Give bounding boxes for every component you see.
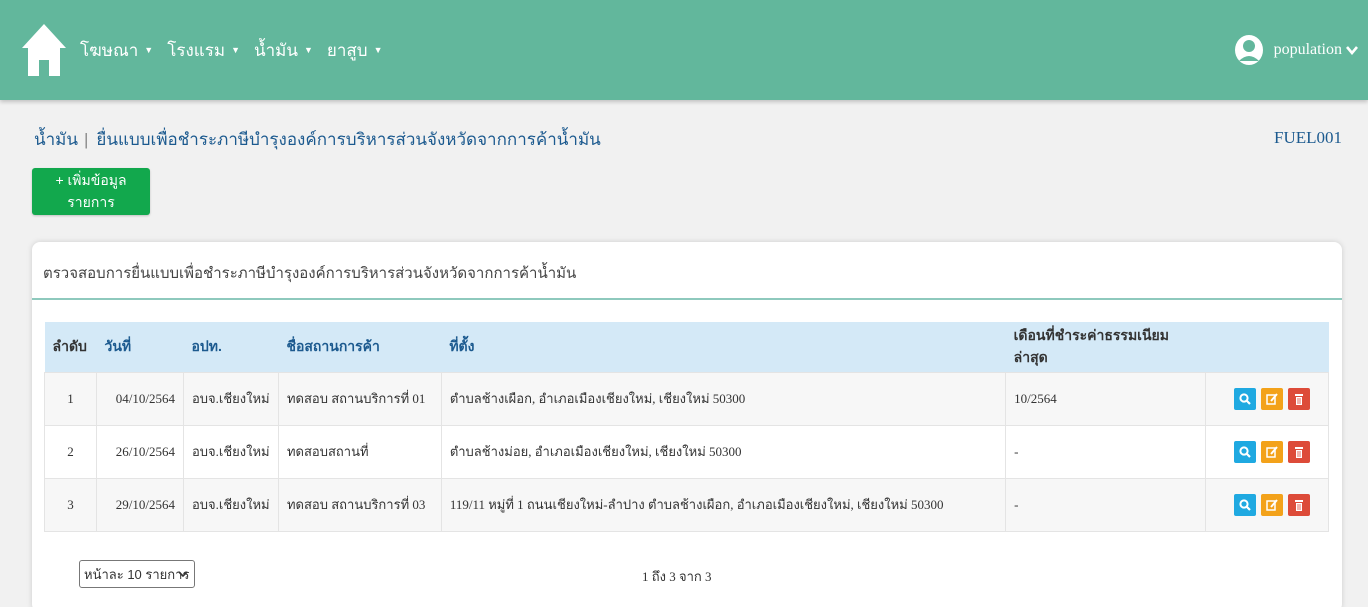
menu-item-label: ยาสูบ bbox=[326, 40, 368, 60]
results-table: ลำดับ วันที่ อปท. ชื่อสถานการค้า ที่ตั้ง… bbox=[44, 322, 1330, 532]
table-header-row: ลำดับ วันที่ อปท. ชื่อสถานการค้า ที่ตั้ง… bbox=[44, 322, 1329, 372]
username: population bbox=[1273, 41, 1342, 58]
cell-seq: 3 bbox=[44, 477, 97, 532]
table-row: 2 26/10/2564 อบจ.เชียงใหม่ ทดสอบสถานที่ … bbox=[44, 424, 1330, 479]
view-button[interactable] bbox=[1234, 387, 1256, 410]
cell-org: อบจ.เชียงใหม่ bbox=[182, 371, 279, 426]
menu-item-label: โฆษณา bbox=[80, 40, 139, 60]
column-header-last-payment: เดือนที่ชำระค่าธรรมเนียมล่าสุด bbox=[1013, 326, 1169, 365]
cell-location: ตำบลช้างเผือก, อำเภอเมืองเชียงใหม่, เชีย… bbox=[440, 371, 1007, 426]
column-header-date[interactable]: วันที่ bbox=[96, 322, 183, 372]
page-size-value: หน้าละ 10 รายการ bbox=[84, 566, 190, 582]
main-menu: โฆษณา ▼ โรงแรม ▼ น้ำมัน ▼ ยาสูบ ▼ bbox=[80, 0, 397, 100]
trash-icon bbox=[1295, 393, 1303, 405]
table-row: 3 29/10/2564 อบจ.เชียงใหม่ ทดสอบ สถานบริ… bbox=[44, 477, 1330, 532]
edit-icon bbox=[1266, 445, 1278, 458]
cell-business-name: ทดสอบ สถานบริการที่ 03 bbox=[277, 477, 442, 532]
cell-business-name: ทดสอบ สถานบริการที่ 01 bbox=[277, 371, 442, 426]
cell-date: 04/10/2564 bbox=[95, 371, 184, 426]
menu-item-hotel[interactable]: โรงแรม ▼ bbox=[167, 37, 240, 64]
cell-last-payment: - bbox=[1005, 477, 1206, 532]
edit-icon bbox=[1266, 392, 1278, 405]
column-header-business-name[interactable]: ชื่อสถานการค้า bbox=[278, 322, 441, 372]
search-icon bbox=[1239, 445, 1251, 458]
breadcrumb: น้ำมัน | ยื่นแบบเพื่อชำระภาษีบำรุงองค์กา… bbox=[34, 126, 601, 153]
cell-actions bbox=[1204, 424, 1330, 479]
menu-item-label: น้ำมัน bbox=[253, 40, 298, 60]
delete-button[interactable] bbox=[1288, 493, 1310, 516]
delete-button[interactable] bbox=[1288, 387, 1310, 410]
caret-down-icon: ▼ bbox=[303, 45, 313, 55]
edit-button[interactable] bbox=[1261, 387, 1283, 410]
search-icon bbox=[1239, 392, 1251, 405]
cell-org: อบจ.เชียงใหม่ bbox=[182, 477, 279, 532]
column-header-location[interactable]: ที่ตั้ง bbox=[441, 322, 1005, 372]
menu-item-label: โรงแรม bbox=[167, 40, 226, 60]
table-row: 1 04/10/2564 อบจ.เชียงใหม่ ทดสอบ สถานบริ… bbox=[44, 371, 1330, 426]
top-navbar: โฆษณา ▼ โรงแรม ▼ น้ำมัน ▼ ยาสูบ ▼ popula… bbox=[0, 0, 1368, 100]
page-code: FUEL001 bbox=[1274, 128, 1342, 147]
edit-icon bbox=[1266, 498, 1278, 511]
caret-down-icon: ▼ bbox=[231, 45, 240, 55]
user-icon bbox=[1234, 35, 1263, 65]
view-button[interactable] bbox=[1234, 440, 1256, 463]
search-icon bbox=[1239, 498, 1251, 511]
add-record-button[interactable]: + เพิ่มข้อมูลรายการ bbox=[32, 168, 150, 215]
results-card: ตรวจสอบการยื่นแบบเพื่อชำระภาษีบำรุงองค์ก… bbox=[32, 242, 1342, 607]
cell-date: 26/10/2564 bbox=[95, 424, 184, 479]
cell-actions bbox=[1204, 477, 1330, 532]
column-header-seq: ลำดับ bbox=[52, 337, 87, 354]
breadcrumb-separator: | bbox=[84, 129, 89, 149]
page-title: ยื่นแบบเพื่อชำระภาษีบำรุงองค์การบริหารส่… bbox=[96, 130, 601, 149]
divider bbox=[32, 298, 1342, 300]
view-button[interactable] bbox=[1234, 493, 1256, 516]
trash-icon bbox=[1295, 446, 1303, 458]
menu-item-advertising[interactable]: โฆษณา ▼ bbox=[80, 37, 153, 64]
user-menu[interactable]: population bbox=[1234, 0, 1358, 100]
breadcrumb-root[interactable]: น้ำมัน bbox=[34, 126, 78, 153]
card-title: ตรวจสอบการยื่นแบบเพื่อชำระภาษีบำรุงองค์ก… bbox=[43, 265, 577, 282]
trash-icon bbox=[1295, 499, 1303, 511]
edit-button[interactable] bbox=[1261, 493, 1283, 516]
column-header-org[interactable]: อปท. bbox=[183, 322, 278, 372]
page-size-select[interactable]: หน้าละ 10 รายการ bbox=[79, 560, 195, 588]
column-header-actions bbox=[1205, 322, 1328, 372]
pagination-range: 1 ถึง 3 จาก 3 bbox=[642, 569, 712, 584]
cell-date: 29/10/2564 bbox=[95, 477, 184, 532]
home-icon[interactable] bbox=[20, 22, 68, 78]
cell-seq: 2 bbox=[44, 424, 97, 479]
cell-last-payment: 10/2564 bbox=[1005, 371, 1206, 426]
caret-down-icon: ▼ bbox=[373, 45, 383, 55]
cell-location: ตำบลช้างม่อย, อำเภอเมืองเชียงใหม่, เชียง… bbox=[440, 424, 1007, 479]
chevron-down-icon bbox=[178, 571, 188, 578]
cell-seq: 1 bbox=[44, 371, 97, 426]
edit-button[interactable] bbox=[1261, 440, 1283, 463]
cell-org: อบจ.เชียงใหม่ bbox=[182, 424, 279, 479]
caret-down-icon: ▼ bbox=[144, 45, 154, 55]
menu-item-tobacco[interactable]: ยาสูบ ▼ bbox=[327, 37, 383, 64]
cell-actions bbox=[1204, 371, 1330, 426]
chevron-down-icon bbox=[1346, 46, 1358, 55]
cell-last-payment: - bbox=[1005, 424, 1206, 479]
delete-button[interactable] bbox=[1288, 440, 1310, 463]
cell-location: 119/11 หมู่ที่ 1 ถนนเชียงใหม่-ลำปาง ตำบล… bbox=[440, 477, 1007, 532]
cell-business-name: ทดสอบสถานที่ bbox=[277, 424, 442, 479]
menu-item-fuel[interactable]: น้ำมัน ▼ bbox=[254, 37, 313, 64]
